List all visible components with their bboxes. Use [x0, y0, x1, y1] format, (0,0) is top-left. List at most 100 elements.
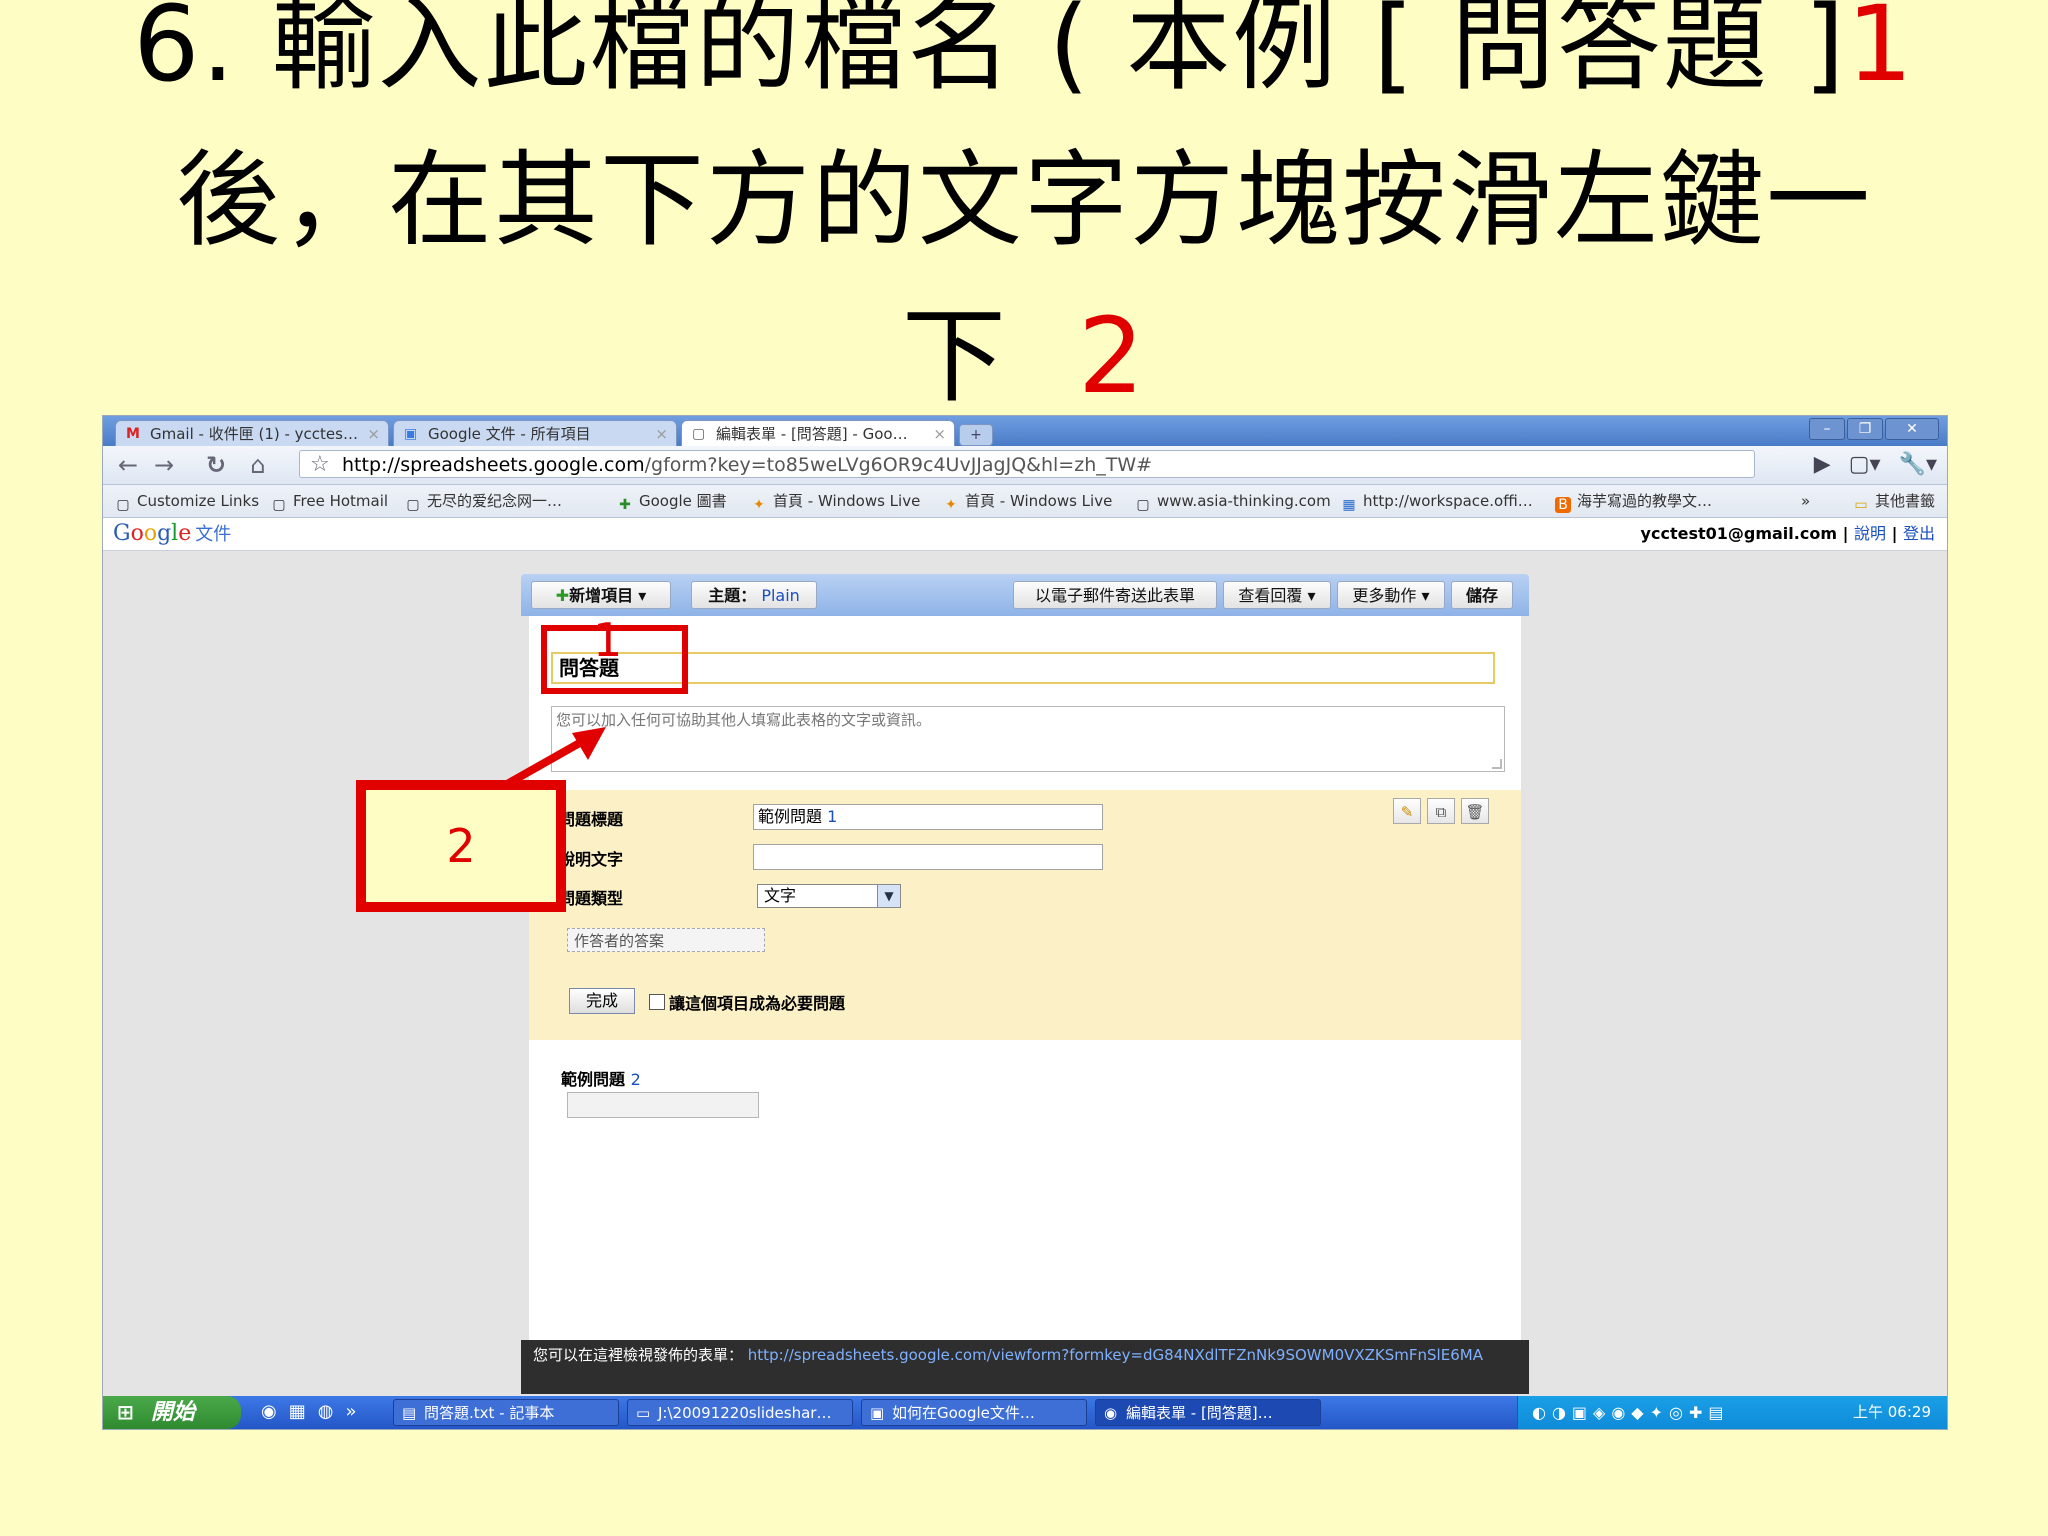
logo-letter: o: [130, 521, 144, 546]
taskbar-item-notepad[interactable]: ▤ 問答題.txt - 記事本: [393, 1399, 619, 1426]
chevron-down-icon: ▼: [877, 885, 900, 907]
notepad-icon: ▤: [402, 1404, 417, 1422]
bookmark-item[interactable]: B 海芋寫過的教學文…: [1555, 485, 1712, 517]
form-description-textarea[interactable]: 您可以加入任何可協助其他人填寫此表格的文字或資訊。: [551, 706, 1505, 772]
gmail-icon: M: [126, 426, 140, 442]
chrome-icon[interactable]: ◉: [261, 1401, 277, 1422]
bookmark-item[interactable]: ✚ Google 圖書: [617, 485, 727, 517]
url-path: /gform?key=to85weLVg6OR9c4UvJJagJQ&hl=zh…: [644, 454, 1153, 476]
signout-link[interactable]: 登出: [1903, 524, 1935, 543]
form-title-input[interactable]: 問答題: [551, 652, 1495, 684]
title-line-2: 後，在其下方的文字方塊按滑左鍵一: [175, 139, 1872, 261]
clock: 上午 06:29: [1853, 1403, 1931, 1421]
taskbar-item-chrome[interactable]: ◉ 編輯表單 - [問答題]…: [1095, 1399, 1321, 1426]
question-type-value: 文字: [764, 886, 797, 905]
tab-label: Gmail - 收件匣 (1) - ycctes…: [150, 425, 358, 443]
close-icon[interactable]: ×: [367, 421, 380, 446]
blogger-icon: B: [1555, 497, 1571, 513]
bookmark-item[interactable]: ✦ 首頁 - Windows Live: [943, 485, 1112, 517]
minimize-button[interactable]: –: [1809, 418, 1845, 440]
theme-label: 主題：: [708, 586, 757, 605]
bookmarks-overflow-button[interactable]: »: [1801, 485, 1810, 517]
back-icon[interactable]: ←: [113, 452, 143, 478]
window-controls: – ❐ ✕: [1807, 418, 1939, 440]
tab-strip: M Gmail - 收件匣 (1) - ycctes… × ▣ Google 文…: [103, 416, 1947, 446]
close-icon[interactable]: ×: [655, 421, 668, 446]
title-line-1: 6. 輸入此檔的檔名 ( 本例 [ 問答題 ]1: [0, 0, 2048, 122]
required-label: 讓這個項目成為必要問題: [669, 994, 846, 1013]
question-actions: ✎ ⧉ 🗑: [1393, 798, 1495, 824]
bookmark-label: Google 圖書: [639, 492, 727, 510]
tab-google-docs[interactable]: ▣ Google 文件 - 所有項目 ×: [393, 420, 677, 446]
quick-launch: ◉ ▦ ◍ »: [261, 1402, 368, 1422]
logo-suffix: 文件: [195, 524, 232, 545]
home-icon[interactable]: ⌂: [243, 452, 273, 478]
tab-edit-form[interactable]: ▢ 編輯表單 - [問答題] - Goo… ×: [681, 420, 955, 446]
title-line3-text: 下: [901, 295, 1008, 417]
task-label: 如何在Google文件…: [892, 1404, 1035, 1422]
bookmark-item[interactable]: ▢ 无尽的爱纪念网一…: [405, 485, 562, 517]
bookmark-label: 无尽的爱纪念网一…: [427, 492, 563, 510]
email-form-button[interactable]: 以電子郵件寄送此表單: [1013, 581, 1217, 609]
tab-label: 編輯表單 - [問答題] - Goo…: [716, 425, 908, 443]
required-checkbox[interactable]: [649, 994, 665, 1010]
start-button[interactable]: ⊞ 開始: [103, 1396, 241, 1429]
wrench-menu-icon[interactable]: 🔧▾: [1899, 452, 1937, 477]
other-bookmarks[interactable]: ▭ 其他書籤: [1853, 485, 1935, 517]
question-2-number: 2: [630, 1070, 641, 1089]
windows-live-icon: ✦: [753, 497, 765, 513]
question-2-answer-preview: [567, 1092, 759, 1118]
google-docs-header: Google 文件 ycctest01@gmail.com | 說明 | 登出: [103, 518, 1947, 551]
star-icon[interactable]: ☆: [310, 451, 330, 479]
bookmark-item[interactable]: ▢ Free Hotmail: [271, 485, 388, 517]
help-text-input[interactable]: [753, 844, 1103, 870]
go-icon[interactable]: ▶: [1814, 452, 1831, 477]
help-link[interactable]: 說明: [1854, 524, 1886, 543]
question-type-select[interactable]: 文字 ▼: [757, 884, 901, 908]
pencil-icon[interactable]: ✎: [1393, 798, 1421, 824]
overflow-icon[interactable]: »: [345, 1401, 356, 1422]
chrome-icon: ◉: [1104, 1404, 1118, 1422]
bookmark-item[interactable]: ✦ 首頁 - Windows Live: [751, 485, 920, 517]
bookmark-item[interactable]: ▢ www.asia-thinking.com: [1135, 485, 1331, 517]
done-button[interactable]: 完成: [569, 988, 635, 1014]
tray-icons[interactable]: ◐◑▣◈◉◆✦◎✚▤: [1532, 1396, 1730, 1429]
firefox-icon[interactable]: ◍: [318, 1401, 334, 1422]
google-docs-logo[interactable]: Google 文件: [113, 520, 231, 549]
save-button[interactable]: 儲存: [1451, 581, 1513, 609]
taskbar-item-powerpoint[interactable]: ▣ 如何在Google文件…: [861, 1399, 1087, 1426]
slide-title: 6. 輸入此檔的檔名 ( 本例 [ 問答題 ]1 後，在其下方的文字方塊按滑左鍵…: [0, 0, 2048, 434]
question-title-input[interactable]: 範例問題 1: [753, 804, 1103, 830]
more-actions-button[interactable]: 更多動作 ▾: [1337, 581, 1445, 609]
bookmark-item[interactable]: ▦ http://workspace.offi…: [1341, 485, 1532, 517]
trash-icon[interactable]: 🗑: [1461, 798, 1489, 824]
folder-icon: ▭: [636, 1404, 651, 1422]
apps-icon[interactable]: ▦: [289, 1401, 306, 1422]
task-label: 編輯表單 - [問答題]…: [1126, 1404, 1273, 1422]
new-tab-button[interactable]: +: [959, 424, 993, 446]
forward-icon[interactable]: →: [149, 452, 179, 478]
close-icon[interactable]: ×: [933, 421, 946, 446]
close-window-button[interactable]: ✕: [1885, 418, 1939, 440]
address-bar[interactable]: ☆ http://spreadsheets.google.com/gform?k…: [299, 450, 1755, 478]
bookmark-label: www.asia-thinking.com: [1157, 492, 1331, 510]
view-responses-button[interactable]: 查看回覆 ▾: [1223, 581, 1331, 609]
toolbar-right: ▶ ▢▾ 🔧▾: [1796, 452, 1937, 477]
workspace-icon: ▦: [1342, 497, 1356, 513]
reload-icon[interactable]: ↻: [201, 452, 231, 478]
bookmark-item[interactable]: ▢ Customize Links: [115, 485, 259, 517]
theme-button[interactable]: 主題： Plain: [691, 581, 817, 609]
more-actions-label: 更多動作: [1352, 586, 1417, 605]
published-form-notice: 您可以在這裡檢視發佈的表單： http://spreadsheets.googl…: [521, 1340, 1529, 1394]
page-menu-icon[interactable]: ▢▾: [1849, 452, 1881, 477]
page-icon: ▢: [406, 497, 420, 513]
taskbar-item-folder[interactable]: ▭ J:\20091220slideshar…: [627, 1399, 853, 1426]
add-item-button[interactable]: ✚新增項目 ▾: [531, 581, 671, 609]
tab-gmail[interactable]: M Gmail - 收件匣 (1) - ycctes… ×: [115, 420, 389, 446]
duplicate-icon[interactable]: ⧉: [1427, 798, 1455, 824]
question-type-label: 問題類型: [559, 889, 624, 908]
url-host: http://spreadsheets.google.com: [342, 454, 645, 476]
restore-button[interactable]: ❐: [1847, 418, 1883, 440]
start-label: 開始: [151, 1400, 196, 1425]
published-form-link[interactable]: http://spreadsheets.google.com/viewform?…: [748, 1346, 1483, 1364]
